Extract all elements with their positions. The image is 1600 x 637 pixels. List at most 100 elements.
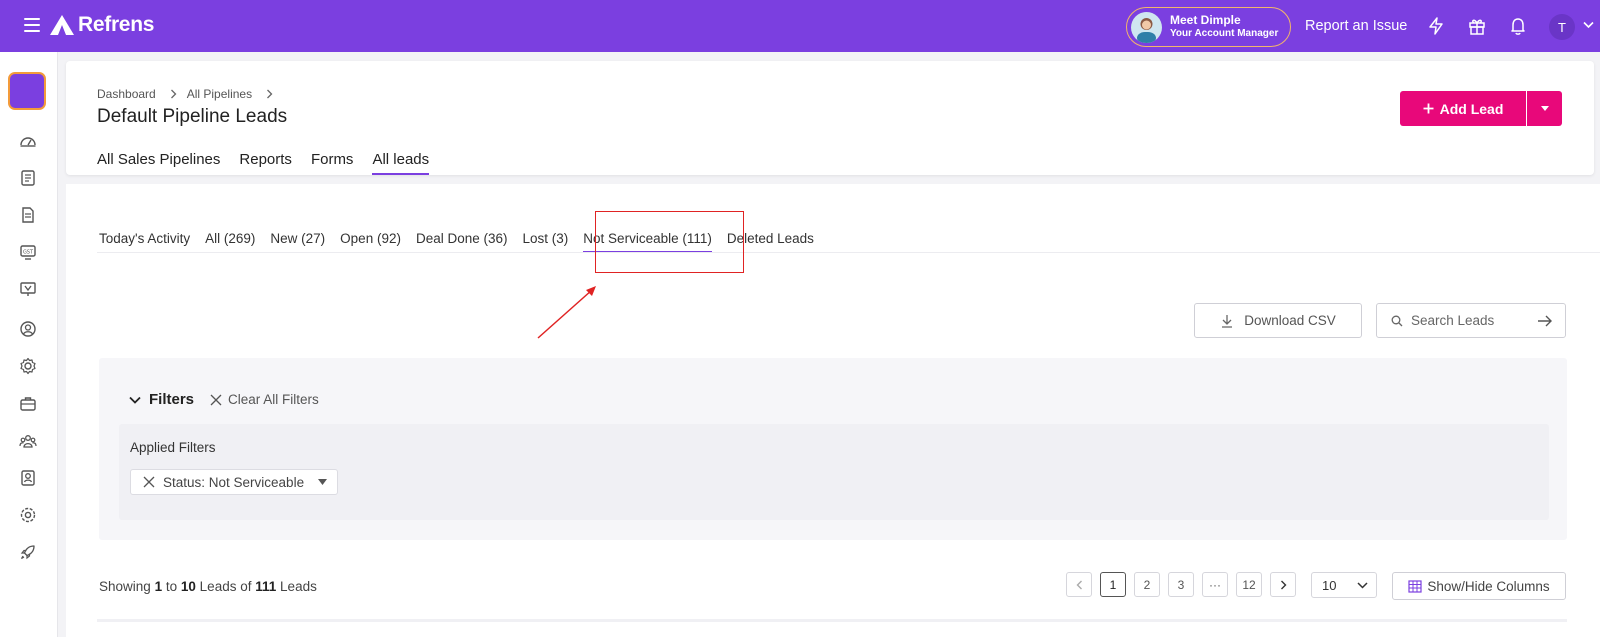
- page-title: Default Pipeline Leads: [97, 106, 288, 127]
- badge-icon[interactable]: [19, 469, 37, 487]
- summary-leads-of: Leads of: [199, 579, 252, 594]
- page-button[interactable]: 12: [1236, 572, 1262, 597]
- show-hide-columns-label: Show/Hide Columns: [1427, 578, 1550, 594]
- add-lead-button[interactable]: Add Lead: [1400, 91, 1526, 126]
- tab-open[interactable]: Open (92): [340, 231, 401, 253]
- breadcrumb-all-pipelines[interactable]: All Pipelines: [187, 87, 252, 101]
- team-icon[interactable]: [19, 432, 37, 450]
- show-hide-columns-button[interactable]: Show/Hide Columns: [1392, 572, 1566, 600]
- search-placeholder: Search Leads: [1411, 313, 1495, 328]
- page-ellipsis-button[interactable]: ···: [1202, 572, 1228, 597]
- tab-new[interactable]: New (27): [270, 231, 325, 253]
- refrens-logo-icon: [50, 15, 74, 35]
- download-csv-label: Download CSV: [1244, 313, 1336, 328]
- document-icon[interactable]: [19, 206, 37, 224]
- gear-icon[interactable]: [19, 506, 37, 524]
- summary-to: 10: [180, 579, 196, 594]
- plus-icon: [1423, 103, 1434, 114]
- account-manager-subtitle: Your Account Manager: [1170, 28, 1279, 39]
- pipeline-nav-tabs: All Sales Pipelines Reports Forms All le…: [97, 151, 448, 175]
- page-header-card: Dashboard All Pipelines Default Pipeline…: [66, 61, 1594, 175]
- invoice-icon[interactable]: [19, 169, 37, 187]
- briefcase-icon[interactable]: [19, 395, 37, 413]
- svg-text:GST: GST: [23, 250, 34, 256]
- chevron-right-icon: [267, 89, 273, 99]
- breadcrumb-dashboard[interactable]: Dashboard: [97, 87, 156, 101]
- page-button[interactable]: 3: [1168, 572, 1194, 597]
- settings-users-icon[interactable]: [19, 357, 37, 375]
- lightning-icon[interactable]: [1426, 16, 1446, 36]
- brand-logo[interactable]: Refrens: [50, 13, 154, 37]
- tab-deal-done[interactable]: Deal Done (36): [416, 231, 508, 253]
- prev-page-button[interactable]: [1066, 572, 1092, 597]
- sidebar: GST: [0, 52, 58, 637]
- account-manager-button[interactable]: Meet Dimple Your Account Manager: [1126, 7, 1291, 47]
- bell-icon[interactable]: [1508, 16, 1528, 36]
- breadcrumb: Dashboard All Pipelines: [97, 87, 283, 101]
- summary-from: 1: [154, 579, 163, 594]
- chevron-right-icon: [170, 89, 177, 99]
- presentation-icon[interactable]: [19, 280, 37, 298]
- dashboard-icon[interactable]: [19, 132, 37, 150]
- page-button[interactable]: 2: [1134, 572, 1160, 597]
- add-lead-dropdown-button[interactable]: [1526, 91, 1562, 126]
- brand-name: Refrens: [78, 13, 155, 36]
- tab-all-leads[interactable]: All leads: [372, 151, 430, 175]
- chevron-down-icon[interactable]: [1583, 21, 1594, 29]
- gift-icon[interactable]: [1467, 16, 1487, 36]
- account-manager-avatar: [1131, 11, 1162, 43]
- chevron-down-icon[interactable]: [129, 396, 141, 404]
- gst-icon[interactable]: GST: [19, 243, 37, 261]
- leads-panel: Today's Activity All (269) New (27) Open…: [66, 184, 1600, 637]
- summary-total: 111: [255, 579, 277, 594]
- user-icon[interactable]: [19, 320, 37, 338]
- sidebar-business-logo[interactable]: [8, 72, 46, 110]
- tab-reports[interactable]: Reports: [239, 151, 292, 175]
- tab-todays-activity[interactable]: Today's Activity: [99, 231, 190, 253]
- user-avatar[interactable]: T: [1549, 14, 1575, 40]
- tab-lost[interactable]: Lost (3): [523, 231, 569, 253]
- rows-per-page-select[interactable]: 10: [1311, 572, 1377, 598]
- tabs-divider: [97, 252, 1600, 253]
- highlight-annotation-box: [595, 211, 744, 273]
- account-manager-title: Meet Dimple: [1170, 13, 1241, 27]
- top-bar: Refrens Meet Dimple Your Account Manager…: [0, 0, 1600, 52]
- search-leads-input[interactable]: Search Leads: [1376, 303, 1566, 338]
- close-icon: [210, 394, 222, 405]
- download-csv-button[interactable]: Download CSV: [1194, 303, 1362, 338]
- annotation-arrow-icon: [537, 286, 596, 339]
- applied-filters-section: Applied Filters Status: Not Serviceable: [119, 424, 1549, 520]
- pagination: 1 2 3 ··· 12: [1066, 572, 1304, 597]
- rows-per-page-value: 10: [1322, 577, 1337, 593]
- columns-grid-icon: [1408, 579, 1422, 593]
- applied-filters-label: Applied Filters: [130, 440, 216, 455]
- remove-filter-icon[interactable]: [143, 476, 155, 488]
- caret-down-icon: [1540, 106, 1549, 111]
- arrow-right-icon[interactable]: [1537, 315, 1553, 327]
- search-icon: [1391, 315, 1403, 326]
- next-page-button[interactable]: [1270, 572, 1296, 597]
- rocket-icon[interactable]: [19, 543, 37, 561]
- status-filter-value: Status: Not Serviceable: [163, 474, 305, 490]
- tab-forms[interactable]: Forms: [311, 151, 354, 175]
- results-summary: Showing 1 to 10 Leads of 111 Leads: [99, 579, 317, 594]
- tab-all-sales-pipelines[interactable]: All Sales Pipelines: [97, 151, 220, 175]
- tab-all[interactable]: All (269): [205, 231, 255, 253]
- chevron-right-icon: [1280, 580, 1286, 589]
- filters-title[interactable]: Filters: [149, 391, 194, 408]
- filters-panel: Filters Clear All Filters Applied Filter…: [99, 358, 1567, 540]
- table-top-border: [97, 619, 1567, 622]
- chevron-down-icon: [1357, 581, 1368, 589]
- menu-icon[interactable]: [24, 18, 40, 32]
- caret-down-icon[interactable]: [318, 479, 327, 485]
- page-button[interactable]: 1: [1100, 572, 1126, 597]
- chevron-left-icon: [1076, 580, 1082, 589]
- clear-all-filters-button[interactable]: Clear All Filters: [210, 392, 319, 407]
- report-issue-link[interactable]: Report an Issue: [1305, 18, 1407, 34]
- add-lead-label: Add Lead: [1439, 100, 1504, 117]
- summary-leads-word: Leads: [280, 579, 317, 594]
- add-lead-split-button: Add Lead: [1400, 91, 1562, 126]
- status-filter-chip[interactable]: Status: Not Serviceable: [130, 469, 338, 495]
- clear-all-filters-label: Clear All Filters: [228, 392, 319, 407]
- download-icon: [1222, 314, 1233, 328]
